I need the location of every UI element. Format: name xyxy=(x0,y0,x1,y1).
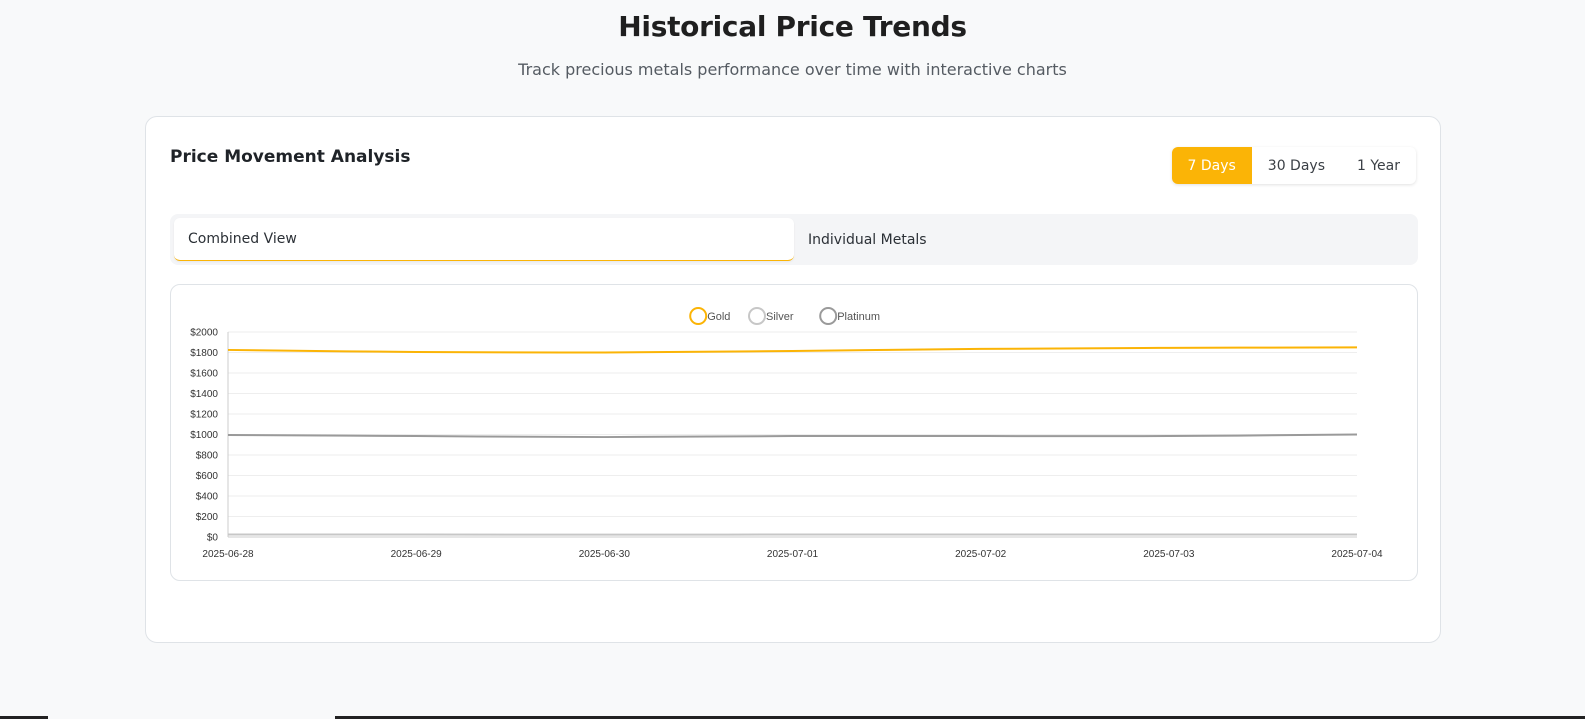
x-tick-label: 2025-06-29 xyxy=(391,549,443,560)
x-tick-label: 2025-07-03 xyxy=(1143,549,1195,560)
page-title: Historical Price Trends xyxy=(618,10,967,43)
y-tick-label: $400 xyxy=(196,492,219,503)
x-tick-label: 2025-07-02 xyxy=(955,549,1007,560)
x-tick-label: 2025-07-01 xyxy=(767,549,819,560)
x-tick-label: 2025-07-04 xyxy=(1331,549,1383,560)
y-tick-label: $0 xyxy=(207,533,219,544)
y-tick-label: $600 xyxy=(196,471,219,482)
view-tabs: Combined View Individual Metals xyxy=(170,214,1418,265)
x-tick-label: 2025-06-28 xyxy=(202,549,254,560)
y-tick-label: $1000 xyxy=(190,430,218,441)
y-tick-label: $1800 xyxy=(190,348,218,359)
y-tick-label: $1200 xyxy=(190,410,218,421)
y-tick-label: $1600 xyxy=(190,369,218,380)
y-tick-label: $1400 xyxy=(190,389,218,400)
legend-marker-platinum xyxy=(819,307,838,325)
time-range-selector: 7 Days 30 Days 1 Year xyxy=(1171,147,1416,184)
legend-label: Silver xyxy=(766,311,794,323)
legend-label: Platinum xyxy=(837,311,880,323)
price-analysis-card: Price Movement Analysis 7 Days 30 Days 1… xyxy=(145,116,1441,643)
series-line-gold xyxy=(227,346,1358,354)
x-tick-label: 2025-06-30 xyxy=(579,549,631,560)
legend-marker-silver xyxy=(748,307,766,325)
tab-combined-view[interactable]: Combined View xyxy=(174,218,794,261)
range-30-days-button[interactable]: 30 Days xyxy=(1252,147,1341,184)
price-chart: $0 $200 $400 $600 $800 $1000 $1200 $1400 $1600 $1… xyxy=(170,284,1418,581)
price-chart-svg: $0 $200 $400 $600 $800 $1000 $1200 $1400 $1600 $1… xyxy=(190,307,1383,560)
y-tick-label: $200 xyxy=(196,512,219,523)
range-1-year-button[interactable]: 1 Year xyxy=(1341,147,1416,184)
legend-marker-gold xyxy=(689,307,708,325)
card-title: Price Movement Analysis xyxy=(170,147,411,167)
y-tick-label: $2000 xyxy=(190,328,218,339)
legend-label: Gold xyxy=(707,311,730,323)
y-tick-label: $800 xyxy=(196,451,219,462)
page: Historical Price Trends Track precious m… xyxy=(0,0,1585,719)
page-subtitle: Track precious metals performance over t… xyxy=(518,60,1067,79)
range-7-days-button[interactable]: 7 Days xyxy=(1171,147,1252,184)
tab-individual-metals[interactable]: Individual Metals xyxy=(794,218,1414,261)
